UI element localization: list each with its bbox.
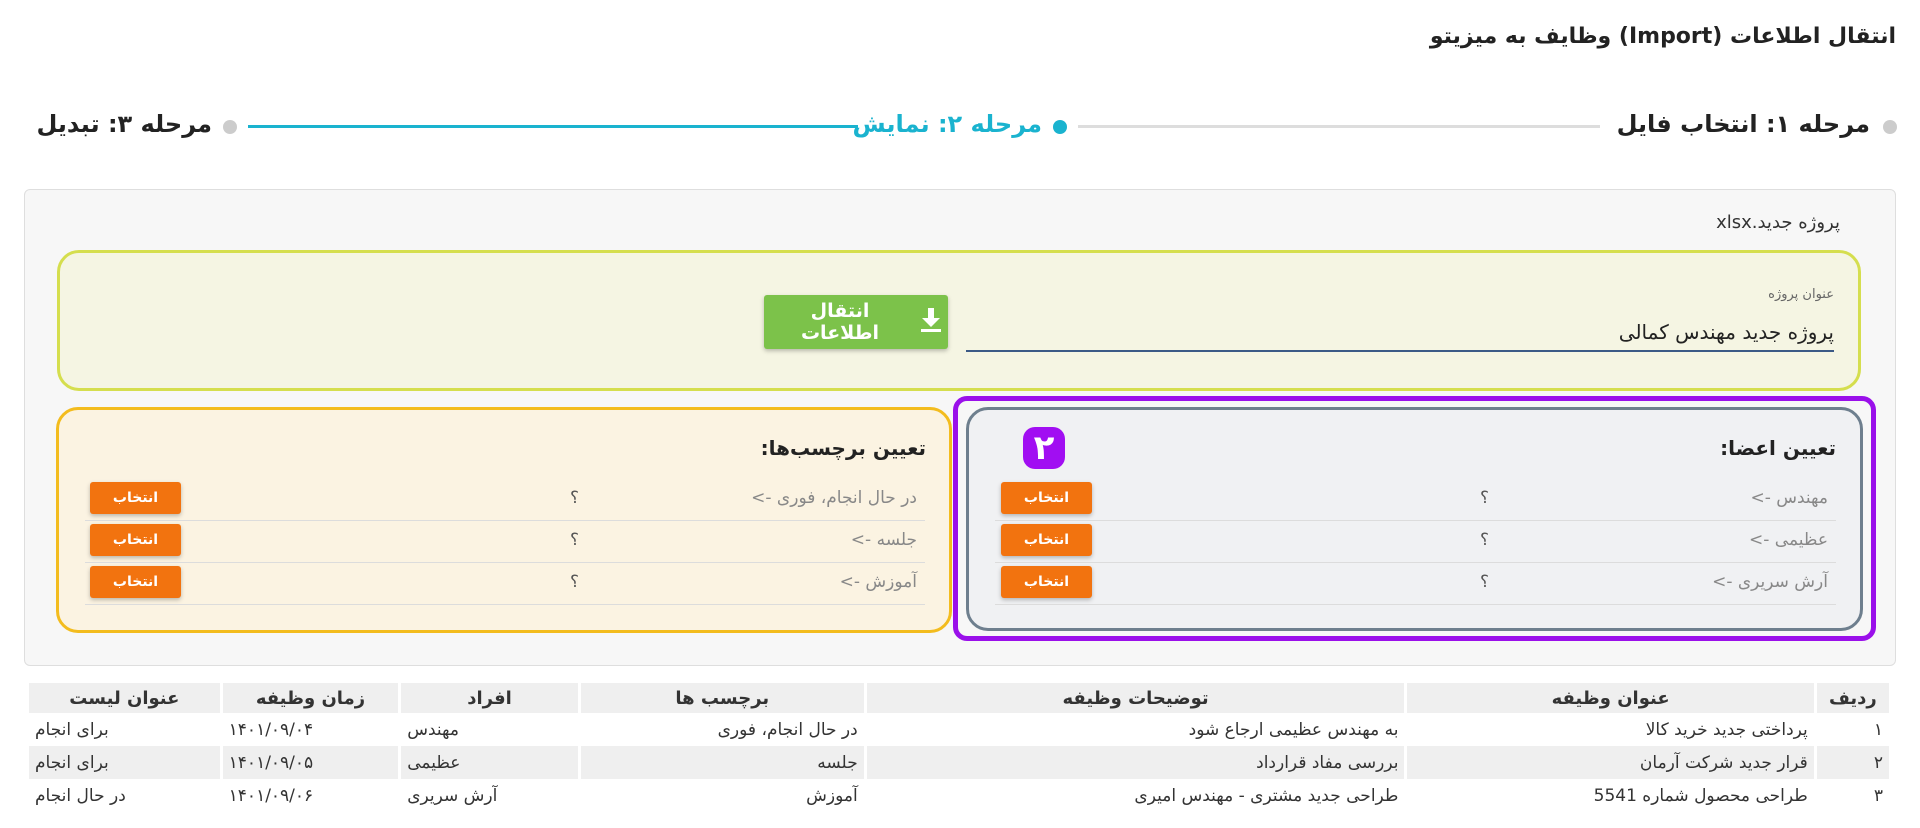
cell-due-date: ۱۴۰۱/۰۹/۰۶: [228, 785, 314, 806]
tag-source: جلسه ->: [850, 530, 917, 550]
members-title: تعیین اعضا:: [1720, 436, 1836, 460]
project-title-input[interactable]: [966, 314, 1834, 352]
table-row: ۲ قرار جدید شرکت آرمان بررسی مفاد قراردا…: [29, 746, 1889, 779]
tag-target: ؟: [570, 530, 580, 550]
column-header-tags: برچسب ها: [580, 683, 864, 713]
tag-row: در حال انجام، فوری -> ؟ انتخاب: [85, 478, 925, 521]
member-select-button[interactable]: انتخاب: [1001, 482, 1092, 514]
project-title-label: عنوان پروژه: [1768, 287, 1834, 302]
preview-table: ردیف عنوان وظیفه توضیحات وظیفه برچسب ها …: [26, 683, 1892, 812]
step-3-label[interactable]: مرحله ۳: تبدیل: [36, 110, 212, 138]
cell-due-date: ۱۴۰۱/۰۹/۰۴: [228, 719, 314, 740]
step-badge: ۲: [1023, 427, 1065, 469]
cell-people: عظیمی: [401, 746, 578, 779]
tag-target: ؟: [570, 572, 580, 592]
member-target: ؟: [1480, 530, 1490, 550]
cell-row-number: ۳: [1873, 785, 1883, 806]
import-button[interactable]: انتقال اطلاعات: [764, 295, 948, 349]
cell-task-title: قرار جدید شرکت آرمان: [1407, 746, 1814, 779]
table-header-row: ردیف عنوان وظیفه توضیحات وظیفه برچسب ها …: [29, 683, 1889, 713]
step-2-dot: [1053, 120, 1067, 134]
tag-row: آموزش -> ؟ انتخاب: [85, 562, 925, 605]
cell-task-description: طراحی جدید مشتری - مهندس امیری: [1134, 785, 1399, 806]
tag-source: آموزش ->: [839, 572, 917, 592]
tag-target: ؟: [570, 488, 580, 508]
step-1-dot: [1883, 120, 1897, 134]
step-connector-1-2: [1078, 125, 1600, 128]
member-select-button[interactable]: انتخاب: [1001, 566, 1092, 598]
tag-source: در حال انجام، فوری ->: [751, 488, 917, 508]
cell-task-description: به مهندس عظیمی ارجاع شود: [1188, 719, 1399, 740]
cell-due-date: ۱۴۰۱/۰۹/۰۵: [222, 746, 399, 779]
column-header-task-title: عنوان وظیفه: [1407, 683, 1814, 713]
member-target: ؟: [1480, 572, 1490, 592]
cell-tags: جلسه: [580, 746, 864, 779]
tags-title: تعیین برچسب‌ها:: [760, 436, 926, 460]
table-row: ۳ طراحی محصول شماره 5541 طراحی جدید مشتر…: [29, 779, 1889, 812]
member-row: عظیمی -> ؟ انتخاب: [995, 520, 1836, 563]
tag-select-button[interactable]: انتخاب: [90, 566, 181, 598]
step-1-label[interactable]: مرحله ۱: انتخاب فایل: [1617, 110, 1870, 138]
file-name: پروژه جدید.xlsx: [1716, 212, 1840, 233]
tag-select-button[interactable]: انتخاب: [90, 524, 181, 556]
cell-task-description: بررسی مفاد قرارداد: [866, 746, 1405, 779]
member-source: عظیمی ->: [1749, 530, 1828, 550]
member-source: آرش سریری ->: [1712, 572, 1828, 592]
step-2-label[interactable]: مرحله ۲: نمایش: [853, 110, 1042, 138]
cell-tags: در حال انجام، فوری: [717, 719, 858, 740]
member-row: آرش سریری -> ؟ انتخاب: [995, 562, 1836, 605]
step-3-dot: [223, 120, 237, 134]
column-header-row-number: ردیف: [1816, 683, 1889, 713]
column-header-task-description: توضیحات وظیفه: [866, 683, 1405, 713]
cell-row-number: ۱: [1873, 719, 1883, 740]
cell-task-title: طراحی محصول شماره 5541: [1593, 785, 1808, 806]
cell-people: مهندس: [407, 719, 459, 740]
column-header-people: افراد: [401, 683, 578, 713]
member-target: ؟: [1480, 488, 1490, 508]
tag-select-button[interactable]: انتخاب: [90, 482, 181, 514]
cell-tags: آموزش: [806, 785, 858, 806]
table-row: ۱ پرداختی جدید خرید کالا به مهندس عظیمی …: [29, 713, 1889, 746]
import-button-label: انتقال اطلاعات: [800, 300, 880, 344]
cell-task-title: پرداختی جدید خرید کالا: [1645, 719, 1808, 740]
column-header-due-date: زمان وظیفه: [222, 683, 399, 713]
download-icon: [920, 307, 942, 338]
page-title: انتقال اطلاعات (Import) وظایف به میزیتو: [1429, 24, 1896, 49]
tag-row: جلسه -> ؟ انتخاب: [85, 520, 925, 563]
member-source: مهندس ->: [1750, 488, 1828, 508]
cell-list-title: برای انجام: [35, 719, 109, 740]
member-row: مهندس -> ؟ انتخاب: [995, 478, 1836, 521]
cell-list-title: برای انجام: [29, 746, 220, 779]
cell-row-number: ۲: [1816, 746, 1889, 779]
step-connector-2-3: [248, 125, 858, 128]
cell-list-title: در حال انجام: [35, 785, 126, 806]
cell-people: آرش سریری: [407, 785, 498, 806]
column-header-list-title: عنوان لیست: [29, 683, 220, 713]
member-select-button[interactable]: انتخاب: [1001, 524, 1092, 556]
